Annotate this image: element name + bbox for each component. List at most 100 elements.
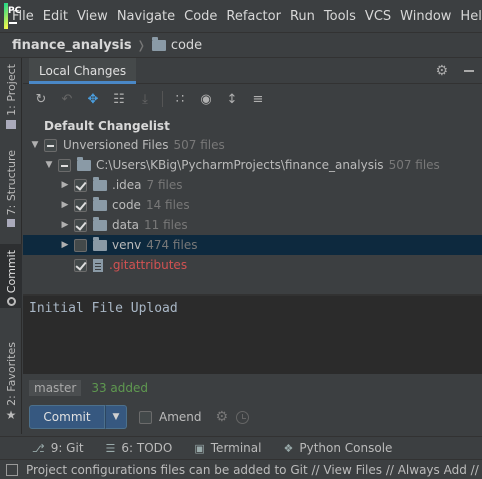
menu-run[interactable]: Run	[290, 9, 315, 24]
folder-icon	[93, 216, 107, 231]
changes-tree: Default Changelist ▼ Unversioned Files 5…	[23, 115, 482, 279]
folder-checkbox[interactable]	[74, 238, 87, 252]
breadcrumb-folder[interactable]: code	[171, 38, 202, 53]
commit-options-dropdown[interactable]: ▼	[105, 405, 127, 429]
changelist-row[interactable]: Default Changelist	[23, 116, 482, 136]
gear-icon[interactable]: ⚙	[216, 409, 229, 425]
folder-icon	[77, 156, 91, 171]
history-icon[interactable]	[236, 410, 250, 424]
breadcrumb-project[interactable]: finance_analysis	[12, 38, 132, 53]
tab-todo[interactable]: ☰ 6: TODO	[106, 441, 173, 455]
tool-windows-icon[interactable]	[6, 463, 18, 476]
root-folder-path: C:\Users\KBig\PycharmProjects\finance_an…	[96, 158, 384, 172]
menu-refactor[interactable]: Refactor	[226, 9, 281, 24]
menu-edit[interactable]: Edit	[43, 9, 68, 24]
tab-todo-label: 6: TODO	[121, 441, 173, 455]
changes-toolbar: ↻ ↶ ✥ ☷ ⤓ ∷ ◉ ↕ ≡	[23, 85, 482, 113]
tab-terminal[interactable]: ▣ Terminal	[194, 441, 261, 455]
star-icon: ★	[5, 407, 17, 422]
chevron-down-icon[interactable]: ▼	[44, 160, 54, 170]
menu-window[interactable]: Window	[400, 9, 451, 24]
unversioned-count: 507 files	[173, 138, 225, 152]
show-diff-icon[interactable]: ✥	[82, 89, 104, 109]
rollback-icon[interactable]: ↶	[56, 89, 78, 109]
sidebar-tab-favorites[interactable]: 2: Favorites ★	[0, 342, 22, 428]
chevron-down-icon[interactable]: ▼	[30, 140, 40, 150]
terminal-icon: ▣	[194, 441, 205, 455]
breadcrumb-separator-icon: ❭	[136, 38, 146, 52]
menu-vcs[interactable]: VCS	[365, 9, 391, 24]
tab-local-changes[interactable]: Local Changes	[29, 58, 137, 84]
folder-checkbox[interactable]	[74, 218, 87, 232]
tree-folder-row[interactable]: ▶ .idea 7 files	[23, 175, 482, 195]
menu-help[interactable]: Help	[460, 9, 482, 24]
tab-terminal-label: Terminal	[210, 441, 262, 455]
todo-icon: ☰	[105, 441, 116, 455]
breadcrumb: finance_analysis ❭ code	[0, 32, 482, 58]
chevron-right-icon[interactable]: ▶	[60, 220, 70, 230]
sidebar-tab-structure[interactable]: 7: Structure	[0, 150, 22, 230]
chevron-down-icon: ▼	[112, 412, 120, 422]
folder-checkbox[interactable]	[74, 178, 87, 192]
tab-git[interactable]: ⎇ 9: Git	[32, 441, 84, 455]
tab-python-console-label: Python Console	[299, 441, 393, 455]
menu-navigate[interactable]: Navigate	[117, 9, 175, 24]
folder-icon	[6, 119, 16, 129]
commit-button[interactable]: Commit	[29, 405, 105, 429]
chevron-right-icon[interactable]: ▶	[60, 200, 70, 210]
python-icon: ❖	[283, 441, 294, 455]
sidebar-tab-commit[interactable]: Commit	[0, 244, 22, 308]
refresh-icon[interactable]: ↻	[30, 89, 52, 109]
root-folder-row[interactable]: ▼ C:\Users\KBig\PycharmProjects\finance_…	[23, 155, 482, 175]
menu-code[interactable]: Code	[184, 9, 217, 24]
minimize-icon[interactable]	[464, 70, 474, 72]
root-folder-count: 507 files	[388, 158, 440, 172]
commit-message-editor[interactable]: Initial File Upload	[23, 296, 482, 374]
structure-icon	[7, 219, 15, 228]
file-checkbox[interactable]	[74, 258, 87, 272]
collapse-all-icon[interactable]: ≡	[247, 89, 269, 109]
amend-checkbox[interactable]	[139, 410, 152, 424]
changelist-icon[interactable]: ☷	[108, 89, 130, 109]
added-count: 33 added	[91, 381, 148, 395]
folder-name: .idea	[112, 178, 142, 192]
eye-icon[interactable]: ◉	[195, 89, 217, 109]
tab-git-label: 9: Git	[50, 441, 84, 455]
folder-name: code	[112, 198, 141, 212]
commit-actions: Commit ▼ Amend ⚙	[23, 404, 482, 430]
branch-badge: master	[29, 380, 82, 396]
commit-message-text: Initial File Upload	[29, 301, 178, 316]
shelve-icon[interactable]: ⤓	[134, 89, 156, 109]
folder-count: 7 files	[146, 178, 183, 192]
gear-icon[interactable]: ⚙	[435, 63, 448, 79]
expand-all-icon[interactable]: ↕	[221, 89, 243, 109]
menu-tools[interactable]: Tools	[324, 9, 356, 24]
changelist-name: Default Changelist	[44, 119, 170, 133]
folder-name: venv	[112, 238, 142, 252]
tree-folder-row[interactable]: ▶ data 11 files	[23, 215, 482, 235]
toolbar-separator	[162, 91, 163, 107]
unversioned-row[interactable]: ▼ Unversioned Files 507 files	[23, 135, 482, 155]
tab-python-console[interactable]: ❖ Python Console	[283, 441, 392, 455]
folder-icon	[151, 36, 166, 51]
status-bar: Project configurations files can be adde…	[0, 459, 482, 479]
chevron-right-icon[interactable]: ▶	[60, 240, 70, 250]
tree-folder-row-selected[interactable]: ▶ venv 474 files	[23, 235, 482, 255]
group-by-icon[interactable]: ∷	[169, 89, 191, 109]
sidebar-tab-structure-label: 7: Structure	[4, 150, 18, 216]
text-file-icon	[93, 258, 103, 272]
sidebar-tab-favorites-label: 2: Favorites	[4, 342, 18, 406]
root-folder-checkbox[interactable]	[58, 158, 71, 172]
sidebar-tab-project[interactable]: 1: Project	[0, 64, 22, 144]
branch-icon: ⎇	[32, 441, 45, 455]
unversioned-checkbox[interactable]	[44, 138, 57, 152]
tree-file-row[interactable]: .gitattributes	[23, 255, 482, 275]
file-name: .gitattributes	[109, 258, 188, 272]
tree-folder-row[interactable]: ▶ code 14 files	[23, 195, 482, 215]
menu-view[interactable]: View	[77, 9, 108, 24]
chevron-right-icon[interactable]: ▶	[60, 180, 70, 190]
left-tool-strip: 1: Project 7: Structure Commit 2: Favori…	[0, 58, 22, 434]
folder-checkbox[interactable]	[74, 198, 87, 212]
status-message[interactable]: Project configurations files can be adde…	[26, 463, 482, 477]
menu-bar: PC File Edit View Navigate Code Refactor…	[0, 0, 482, 32]
